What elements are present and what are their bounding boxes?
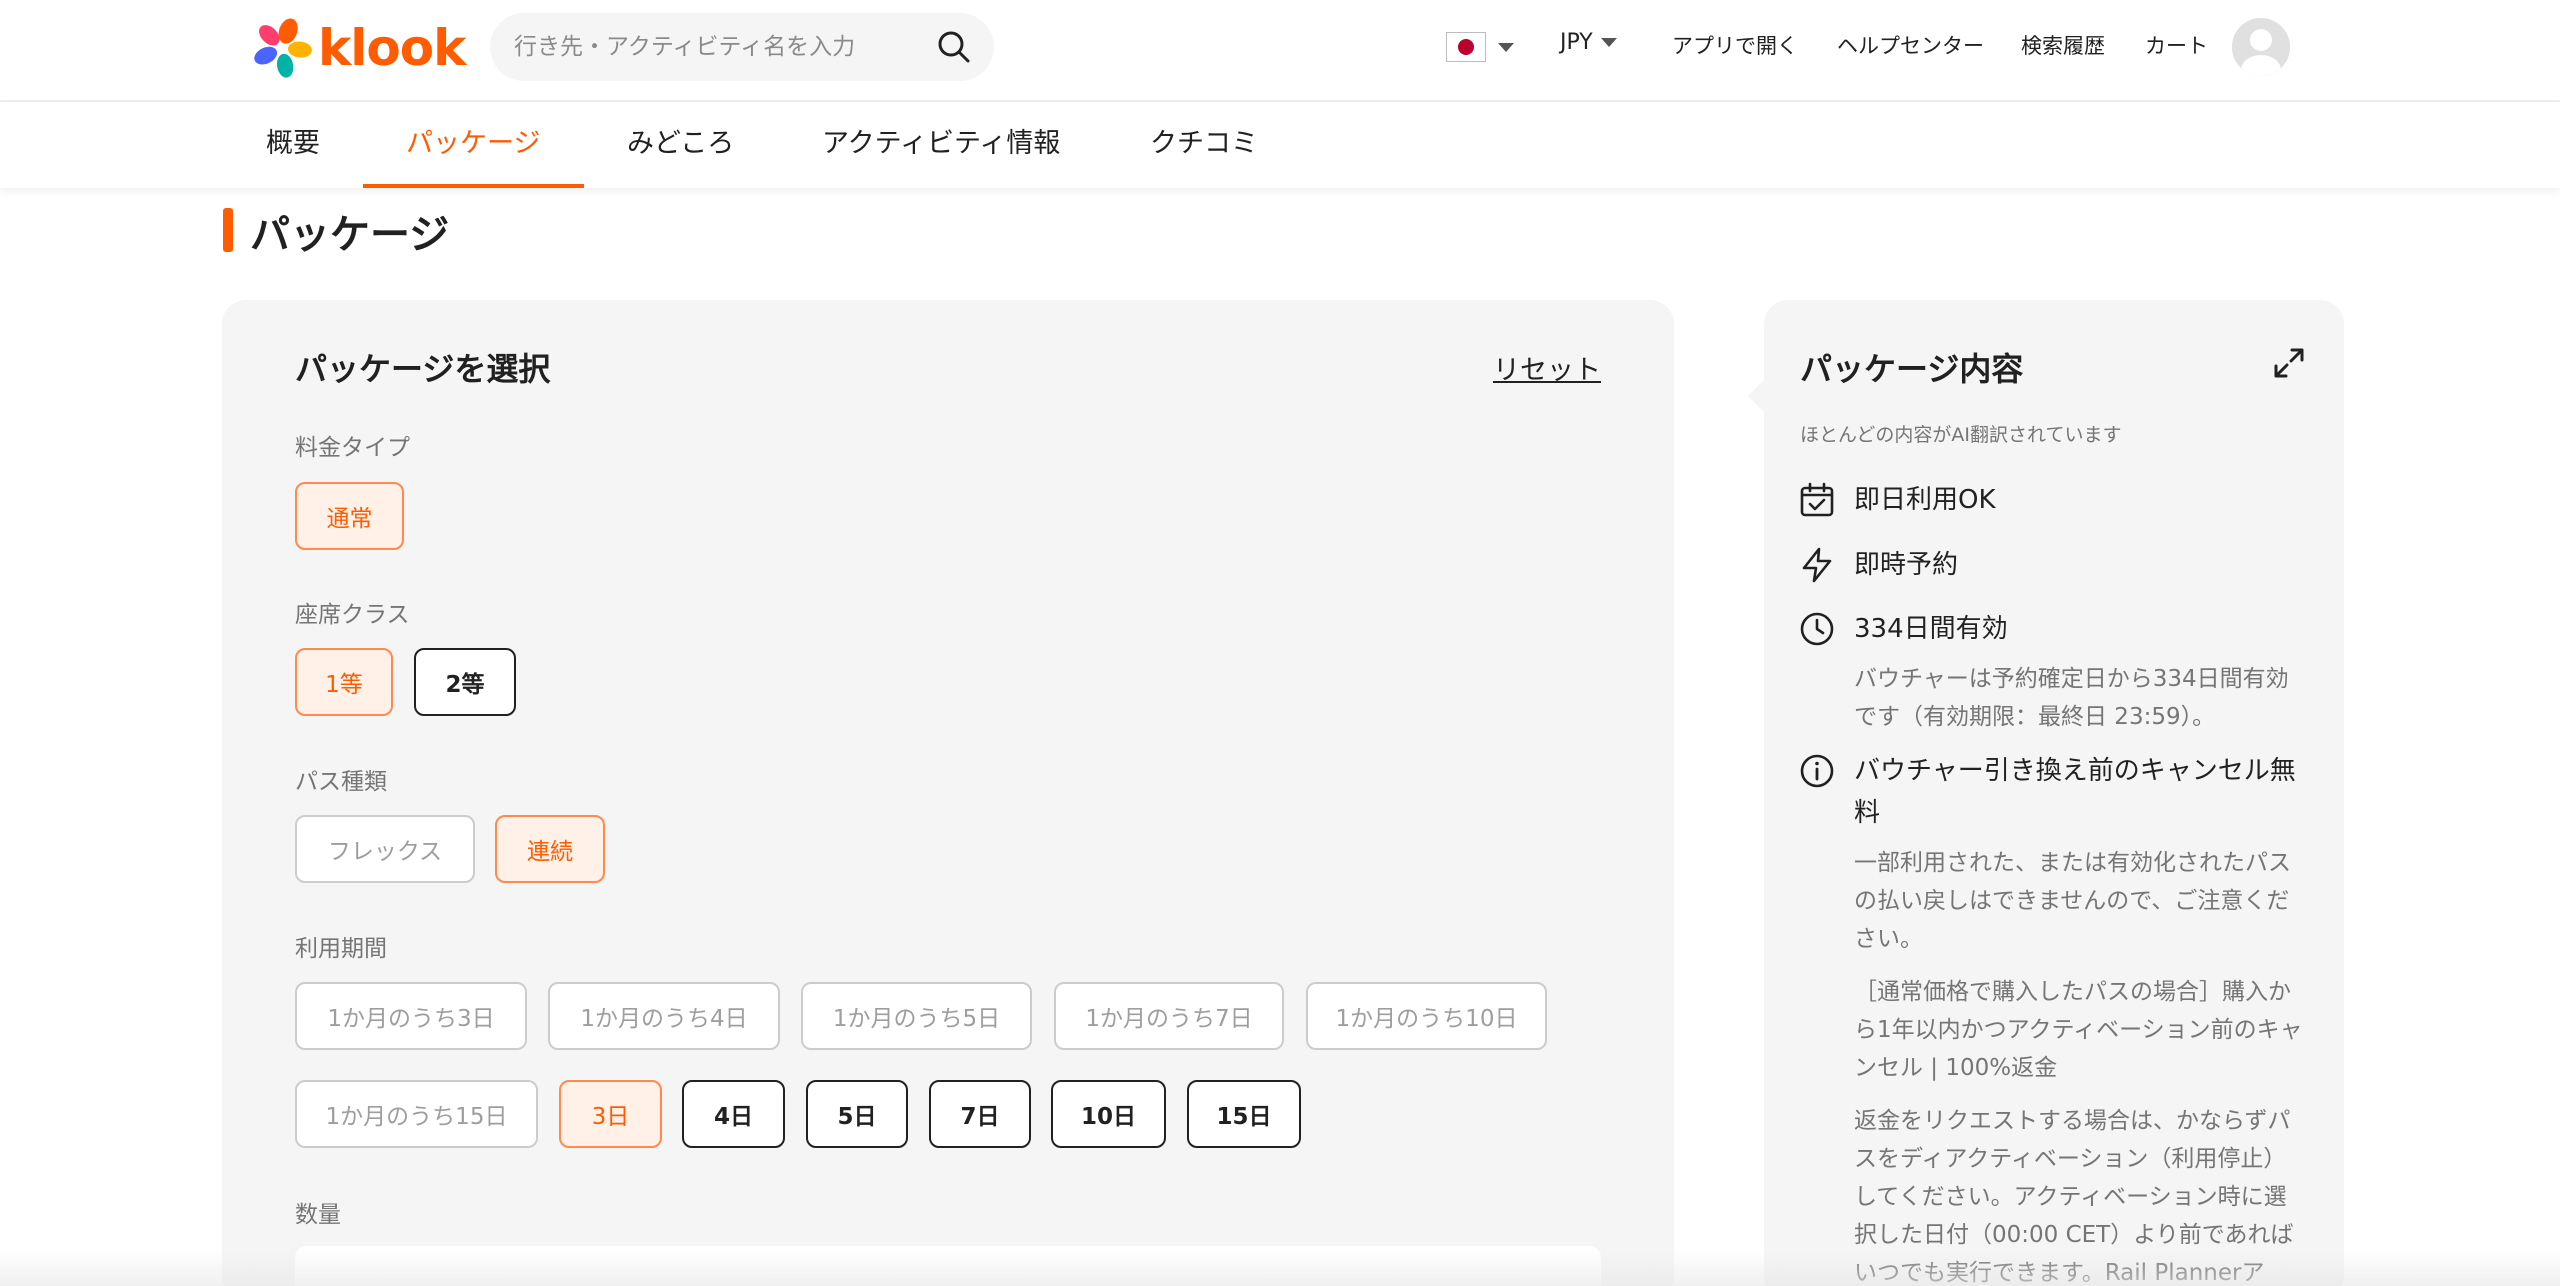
feature-validity-desc: バウチャーは予約確定日から334日間有効です（有効期限：最終日 23:59）。 xyxy=(1854,666,2289,730)
option-7-days[interactable]: 7日 xyxy=(929,1080,1031,1148)
option-15-days-in-month[interactable]: 1か月のうち15日 xyxy=(295,1080,538,1148)
section-accent-bar xyxy=(223,208,233,252)
option-second-class[interactable]: 2等 xyxy=(414,648,516,716)
ai-translation-note: ほとんどの内容がAI翻訳されています xyxy=(1800,424,2122,446)
feature-free-cancellation: バウチャー引き換え前のキャンセル無料 xyxy=(1854,756,2296,828)
cart-link[interactable]: カート xyxy=(2145,30,2208,60)
quantity-stepper[interactable] xyxy=(295,1246,1601,1286)
currency-chevron-down-icon xyxy=(1600,38,1617,47)
quantity-label: 数量 xyxy=(295,1202,341,1228)
open-app-link[interactable]: アプリで開く xyxy=(1672,30,1798,60)
japan-flag-icon[interactable] xyxy=(1446,32,1486,62)
option-4-days-in-month[interactable]: 1か月のうち4日 xyxy=(548,982,780,1050)
feature-validity: 334日間有効 xyxy=(1854,614,2008,644)
section-title: パッケージ xyxy=(250,212,450,258)
tab-activity-info[interactable]: アクティビティ情報 xyxy=(822,102,1060,188)
option-7-days-in-month[interactable]: 1か月のうち7日 xyxy=(1054,982,1284,1050)
option-5-days-in-month[interactable]: 1か月のうち5日 xyxy=(801,982,1032,1050)
option-4-days[interactable]: 4日 xyxy=(682,1080,785,1148)
option-3-days[interactable]: 3日 xyxy=(559,1080,662,1148)
currency-selector[interactable]: JPY xyxy=(1560,30,1617,55)
search-history-link[interactable]: 検索履歴 xyxy=(2021,30,2105,60)
tab-highlights[interactable]: みどころ xyxy=(627,102,734,188)
option-5-days[interactable]: 5日 xyxy=(806,1080,908,1148)
option-3-days-in-month[interactable]: 1か月のうち3日 xyxy=(295,982,527,1050)
package-details-title: パッケージ内容 xyxy=(1800,350,2024,388)
search-bar[interactable] xyxy=(490,13,994,81)
option-continuous-pass[interactable]: 連続 xyxy=(495,815,605,883)
tab-package[interactable]: パッケージ xyxy=(406,102,540,188)
lightning-icon xyxy=(1802,547,1832,583)
option-10-days-in-month[interactable]: 1か月のうち10日 xyxy=(1306,982,1547,1050)
search-input[interactable] xyxy=(514,34,934,60)
logo-text: klook xyxy=(318,19,466,77)
user-avatar-icon xyxy=(2232,18,2290,76)
help-center-link[interactable]: ヘルプセンター xyxy=(1837,30,1984,60)
seat-class-label: 座席クラス xyxy=(295,602,410,628)
top-header: klook JPY アプリで開く ヘルプセンター 検索履歴 カート xyxy=(0,0,2560,102)
avatar[interactable] xyxy=(2232,18,2290,76)
panel-pointer xyxy=(1748,380,1764,412)
section-tabs: 概要 パッケージ みどころ アクティビティ情報 クチコミ xyxy=(0,102,2560,188)
clock-icon xyxy=(1800,612,1834,646)
option-15-days[interactable]: 15日 xyxy=(1187,1080,1301,1148)
option-flex-pass[interactable]: フレックス xyxy=(295,815,475,883)
feature-cancellation-desc: 一部利用された、または有効化されたパスの払い戻しはできませんので、ご注意ください… xyxy=(1854,850,2291,952)
option-10-days[interactable]: 10日 xyxy=(1051,1080,1166,1148)
tab-overview[interactable]: 概要 xyxy=(266,102,320,188)
price-type-label: 料金タイプ xyxy=(295,435,410,461)
option-price-regular[interactable]: 通常 xyxy=(295,482,404,550)
calendar-check-icon xyxy=(1800,482,1834,517)
validity-period-label: 利用期間 xyxy=(295,936,387,962)
option-first-class[interactable]: 1等 xyxy=(295,648,393,716)
tab-reviews[interactable]: クチコミ xyxy=(1150,102,1258,188)
active-tab-indicator xyxy=(363,184,584,188)
pass-type-label: パス種類 xyxy=(295,769,387,795)
feature-same-day: 即日利用OK xyxy=(1854,485,1996,515)
expand-icon[interactable] xyxy=(2272,346,2306,380)
package-select-title: パッケージを選択 xyxy=(295,350,551,388)
info-icon xyxy=(1800,754,1834,788)
currency-label: JPY xyxy=(1560,30,1593,55)
language-chevron-down-icon[interactable] xyxy=(1498,43,1514,52)
refund-policy-note: ［通常価格で購入したパスの場合］購入から1年以内かつアクティベーション前のキャン… xyxy=(1854,979,2303,1081)
refund-request-note: 返金をリクエストする場合は、かならずパスをディアクティベーション（利用停止）して… xyxy=(1854,1108,2294,1286)
klook-logo-icon xyxy=(254,18,312,78)
feature-instant-booking: 即時予約 xyxy=(1854,550,1959,580)
reset-button[interactable]: リセット xyxy=(1493,348,1601,387)
klook-logo[interactable]: klook xyxy=(250,16,466,80)
search-icon[interactable] xyxy=(934,27,974,67)
